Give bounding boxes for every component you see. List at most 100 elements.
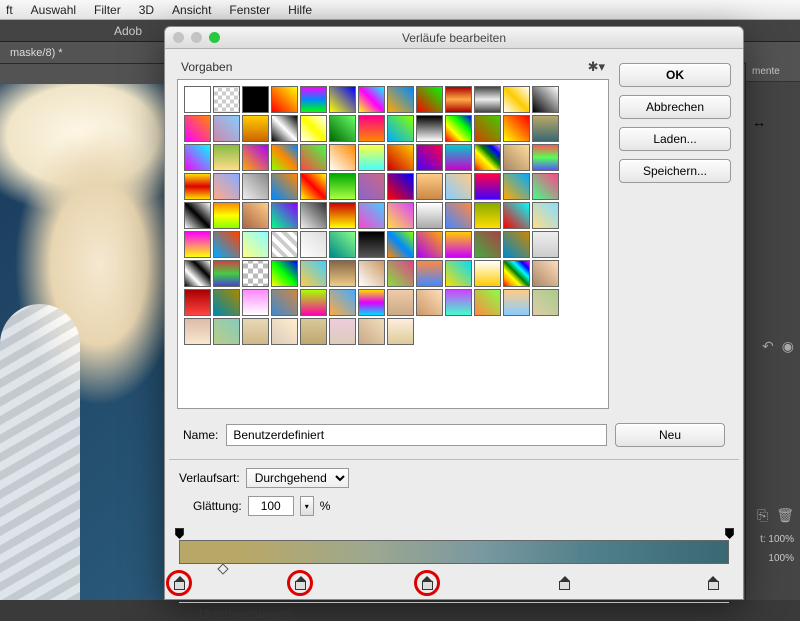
preset-swatch[interactable]: [445, 202, 472, 229]
preset-swatch[interactable]: [271, 86, 298, 113]
preset-swatch[interactable]: [387, 231, 414, 258]
dialog-titlebar[interactable]: Verläufe bearbeiten: [165, 27, 743, 49]
preset-swatch[interactable]: [416, 289, 443, 316]
preset-swatch[interactable]: [242, 260, 269, 287]
preset-swatch[interactable]: [416, 86, 443, 113]
preset-swatch[interactable]: [387, 318, 414, 345]
preset-swatch[interactable]: [416, 173, 443, 200]
preset-swatch[interactable]: [329, 144, 356, 171]
preset-swatch[interactable]: [532, 86, 559, 113]
preset-swatch[interactable]: [184, 318, 211, 345]
opacity-stop[interactable]: [175, 528, 184, 539]
preset-swatch[interactable]: [503, 260, 530, 287]
preset-swatch[interactable]: [300, 173, 327, 200]
new-button[interactable]: Neu: [615, 423, 725, 447]
preset-swatch[interactable]: [503, 173, 530, 200]
preset-swatch[interactable]: [503, 231, 530, 258]
preset-swatch[interactable]: [474, 289, 501, 316]
preset-swatch[interactable]: [445, 144, 472, 171]
preset-swatch[interactable]: [532, 231, 559, 258]
color-stop[interactable]: [174, 576, 185, 590]
preset-swatch[interactable]: [503, 202, 530, 229]
preset-swatch[interactable]: [271, 318, 298, 345]
presets-box[interactable]: [177, 79, 609, 409]
preset-swatch[interactable]: [213, 173, 240, 200]
color-stop[interactable]: [708, 576, 719, 590]
preset-swatch[interactable]: [184, 115, 211, 142]
preset-swatch[interactable]: [358, 202, 385, 229]
preset-swatch[interactable]: [300, 318, 327, 345]
load-button[interactable]: Laden...: [619, 127, 731, 151]
preset-swatch[interactable]: [213, 86, 240, 113]
preset-swatch[interactable]: [184, 144, 211, 171]
preset-swatch[interactable]: [242, 144, 269, 171]
preset-swatch[interactable]: [184, 289, 211, 316]
preset-swatch[interactable]: [271, 260, 298, 287]
preset-swatch[interactable]: [503, 144, 530, 171]
preset-swatch[interactable]: [474, 231, 501, 258]
preset-swatch[interactable]: [358, 115, 385, 142]
menu-ansicht[interactable]: Ansicht: [172, 3, 211, 17]
preset-swatch[interactable]: [358, 289, 385, 316]
gradient-editor[interactable]: [179, 528, 729, 596]
preset-swatch[interactable]: [445, 115, 472, 142]
preset-swatch[interactable]: [358, 144, 385, 171]
preset-swatch[interactable]: [271, 173, 298, 200]
preset-swatch[interactable]: [474, 202, 501, 229]
preset-swatch[interactable]: [242, 173, 269, 200]
preset-swatch[interactable]: [532, 173, 559, 200]
preset-swatch[interactable]: [474, 173, 501, 200]
panel-tab[interactable]: mente: [746, 62, 800, 82]
save-button[interactable]: Speichern...: [619, 159, 731, 183]
preset-swatch[interactable]: [213, 115, 240, 142]
menu-hilfe[interactable]: Hilfe: [288, 3, 312, 17]
cancel-button[interactable]: Abbrechen: [619, 95, 731, 119]
preset-swatch[interactable]: [445, 260, 472, 287]
preset-swatch[interactable]: [445, 86, 472, 113]
ok-button[interactable]: OK: [619, 63, 731, 87]
gradient-bar[interactable]: [179, 540, 729, 564]
preset-swatch[interactable]: [358, 173, 385, 200]
close-icon[interactable]: [173, 32, 184, 43]
preset-swatch[interactable]: [184, 260, 211, 287]
preset-swatch[interactable]: [387, 260, 414, 287]
name-input[interactable]: [226, 424, 607, 446]
undo-icon[interactable]: ↶: [762, 338, 774, 355]
preset-swatch[interactable]: [213, 231, 240, 258]
preset-swatch[interactable]: [300, 289, 327, 316]
preset-swatch[interactable]: [300, 86, 327, 113]
preset-swatch[interactable]: [445, 231, 472, 258]
preset-swatch[interactable]: [184, 173, 211, 200]
preset-swatch[interactable]: [242, 202, 269, 229]
preset-swatch[interactable]: [387, 86, 414, 113]
preset-swatch[interactable]: [300, 260, 327, 287]
preset-swatch[interactable]: [300, 231, 327, 258]
preset-swatch[interactable]: [329, 86, 356, 113]
preset-swatch[interactable]: [329, 231, 356, 258]
preset-swatch[interactable]: [329, 289, 356, 316]
color-stop[interactable]: [559, 576, 570, 590]
visibility-icon[interactable]: ◉: [782, 338, 794, 355]
preset-swatch[interactable]: [387, 173, 414, 200]
color-stop[interactable]: [422, 576, 433, 590]
preset-swatch[interactable]: [416, 260, 443, 287]
preset-swatch[interactable]: [213, 144, 240, 171]
preset-swatch[interactable]: [242, 318, 269, 345]
preset-swatch[interactable]: [532, 289, 559, 316]
preset-swatch[interactable]: [242, 289, 269, 316]
preset-swatch[interactable]: [213, 318, 240, 345]
preset-swatch[interactable]: [271, 202, 298, 229]
preset-swatch[interactable]: [184, 202, 211, 229]
preset-swatch[interactable]: [329, 260, 356, 287]
preset-swatch[interactable]: [445, 173, 472, 200]
preset-swatch[interactable]: [271, 231, 298, 258]
menu-fenster[interactable]: Fenster: [229, 3, 270, 17]
preset-swatch[interactable]: [532, 260, 559, 287]
preset-swatch[interactable]: [474, 144, 501, 171]
preset-swatch[interactable]: [358, 231, 385, 258]
preset-swatch[interactable]: [358, 318, 385, 345]
preset-swatch[interactable]: [532, 144, 559, 171]
preset-swatch[interactable]: [213, 202, 240, 229]
midpoint-diamond[interactable]: [217, 563, 228, 574]
preset-swatch[interactable]: [387, 289, 414, 316]
